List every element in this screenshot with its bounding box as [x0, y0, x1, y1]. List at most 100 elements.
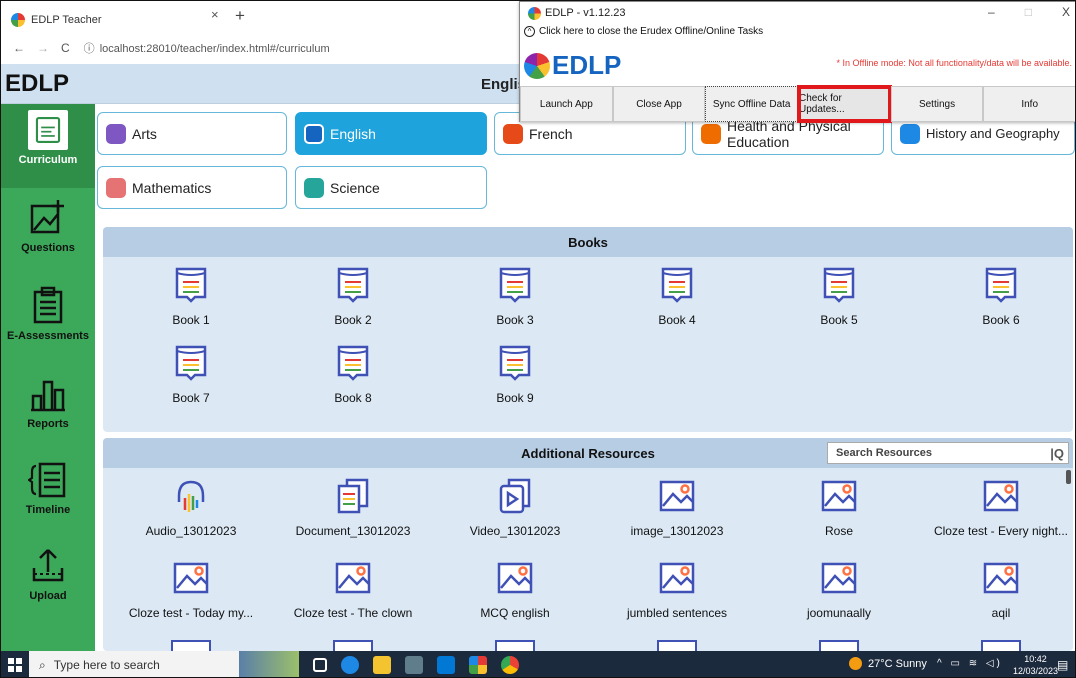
edlp-taskbar-icon[interactable]	[469, 656, 487, 674]
subject-label: French	[529, 125, 573, 142]
sidebar-item-label: Upload	[29, 590, 67, 602]
url-field[interactable]: ⓘ localhost:28010/teacher/index.html#/cu…	[84, 40, 330, 56]
resource-item[interactable]: MCQ english	[435, 558, 595, 620]
resource-label: image_13012023	[630, 524, 724, 538]
resource-item[interactable]: image_13012023	[597, 476, 757, 538]
resource-item[interactable]: Document_13012023	[273, 476, 433, 538]
edlp-window: EDLP - v1.12.23 – □ X ^ Click here to cl…	[519, 1, 1075, 123]
search-resources-input[interactable]: Search Resources |Q	[827, 442, 1069, 464]
back-icon[interactable]: ←	[13, 41, 25, 55]
book-item[interactable]: Book 4	[597, 265, 757, 327]
close-tasks-link[interactable]: ^ Click here to close the Erudex Offline…	[524, 26, 763, 37]
offline-mode-note: * In Offline mode: Not all functionality…	[836, 58, 1072, 68]
subject-label: History and Geography	[926, 126, 1060, 141]
sidebar-item-questions[interactable]: Questions	[1, 192, 95, 276]
main-content: Arts English French Health and Physical …	[95, 104, 1075, 651]
subject-english[interactable]: English	[295, 112, 487, 155]
start-button[interactable]	[1, 651, 29, 677]
book-item[interactable]: Book 9	[435, 343, 595, 405]
notification-icon[interactable]: ▤	[1057, 658, 1068, 672]
books-panel: Books Book 1 Book 2 Book 3 Book 4 Book 5 Book…	[103, 227, 1073, 432]
sidebar-item-label: E-Assessments	[7, 330, 89, 342]
resource-item-partial[interactable]	[819, 640, 859, 651]
close-window-button[interactable]: X	[1062, 5, 1070, 19]
sidebar-item-upload[interactable]: Upload	[1, 540, 95, 624]
minimize-button[interactable]: –	[988, 5, 995, 19]
clock[interactable]: 10:42 12/03/2023	[1013, 653, 1058, 677]
sidebar-item-e-assessments[interactable]: E-Assessments	[1, 280, 95, 364]
resource-item[interactable]: joomunaally	[759, 558, 919, 620]
book-item[interactable]: Book 5	[759, 265, 919, 327]
screen: EDLP Teacher × + ← → C ⓘ localhost:28010…	[0, 0, 1076, 678]
resource-item[interactable]: Cloze test - Every night...	[921, 476, 1073, 538]
chrome-icon[interactable]	[501, 656, 519, 674]
book-item[interactable]: Book 3	[435, 265, 595, 327]
book-item[interactable]: Book 1	[111, 265, 271, 327]
scrollbar-thumb[interactable]	[1066, 470, 1071, 484]
image-icon	[659, 480, 695, 512]
launch-app-button[interactable]: Launch App	[520, 86, 613, 122]
resource-item[interactable]: Cloze test - Today my...	[111, 558, 271, 620]
search-placeholder: Search Resources	[836, 447, 932, 459]
sidebar-item-label: Reports	[27, 418, 69, 430]
sync-offline-data-button[interactable]: Sync Offline Data	[705, 86, 799, 122]
task-view-icon[interactable]	[313, 658, 327, 672]
globe-icon	[900, 123, 920, 144]
image-icon	[497, 562, 533, 594]
close-tab-icon[interactable]: ×	[211, 7, 219, 22]
edlp-logo-icon	[524, 52, 550, 79]
resource-item[interactable]: aqil	[921, 558, 1073, 620]
book-label: Book 2	[334, 313, 372, 327]
close-tasks-text: Click here to close the Erudex Offline/O…	[539, 26, 764, 37]
sidebar-item-label: Timeline	[25, 504, 71, 516]
resource-item[interactable]: Cloze test - The clown	[273, 558, 433, 620]
resource-label: aqil	[991, 606, 1011, 620]
store-icon[interactable]	[405, 656, 423, 674]
sun-icon	[849, 657, 862, 670]
taskbar-search-input[interactable]: ⌕ Type here to search	[29, 651, 239, 677]
sidebar-item-reports[interactable]: Reports	[1, 368, 95, 452]
book-icon	[337, 267, 369, 303]
resource-item[interactable]: Rose	[759, 476, 919, 538]
info-button[interactable]: Info	[983, 86, 1075, 122]
resource-item-partial[interactable]	[495, 640, 535, 651]
search-icon[interactable]: |Q	[1050, 446, 1064, 461]
weather-text: 27°C Sunny	[868, 657, 927, 670]
resource-item[interactable]: jumbled sentences	[597, 558, 757, 620]
subject-arts[interactable]: Arts	[97, 112, 287, 155]
new-tab-button[interactable]: +	[235, 6, 245, 26]
resource-item[interactable]: Audio_13012023	[111, 476, 271, 538]
check-for-updates-button[interactable]: Check for Updates...	[797, 85, 892, 123]
resource-item-partial[interactable]	[333, 640, 373, 651]
resource-item[interactable]: Video_13012023	[435, 476, 595, 538]
sidebar: Curriculum Questions E-Assessments Repor…	[1, 104, 95, 651]
subject-science[interactable]: Science	[295, 166, 487, 209]
resource-label: Video_13012023	[469, 524, 561, 538]
book-item[interactable]: Book 6	[921, 265, 1073, 327]
reload-icon[interactable]: C	[61, 41, 70, 55]
edge-icon[interactable]	[341, 656, 359, 674]
file-explorer-icon[interactable]	[373, 656, 391, 674]
resource-item-partial[interactable]	[981, 640, 1021, 651]
mail-icon[interactable]	[437, 656, 455, 674]
book-item[interactable]: Book 2	[273, 265, 433, 327]
close-app-button[interactable]: Close App	[612, 86, 706, 122]
browser-tab-bar: EDLP Teacher × +	[1, 1, 521, 32]
system-tray[interactable]: ^ ▭ ≋ ◁)	[937, 658, 1003, 669]
settings-button[interactable]: Settings	[890, 86, 984, 122]
browser-tab[interactable]: EDLP Teacher ×	[11, 7, 221, 32]
resources-heading: Additional Resources Search Resources |Q	[103, 438, 1073, 468]
book-item[interactable]: Book 8	[273, 343, 433, 405]
sidebar-item-timeline[interactable]: Timeline	[1, 454, 95, 538]
logo-text: EDLP	[552, 50, 622, 80]
sidebar-item-curriculum[interactable]: Curriculum	[1, 104, 95, 188]
address-bar: ← → C ⓘ localhost:28010/teacher/index.ht…	[1, 32, 521, 64]
weather-widget[interactable]: 27°C Sunny	[849, 657, 927, 670]
resource-item-partial[interactable]	[657, 640, 697, 651]
book-icon	[823, 267, 855, 303]
maximize-button[interactable]: □	[1025, 5, 1032, 19]
forward-icon[interactable]: →	[37, 41, 49, 55]
subject-mathematics[interactable]: Mathematics	[97, 166, 287, 209]
resource-item-partial[interactable]	[171, 640, 211, 651]
book-item[interactable]: Book 7	[111, 343, 271, 405]
